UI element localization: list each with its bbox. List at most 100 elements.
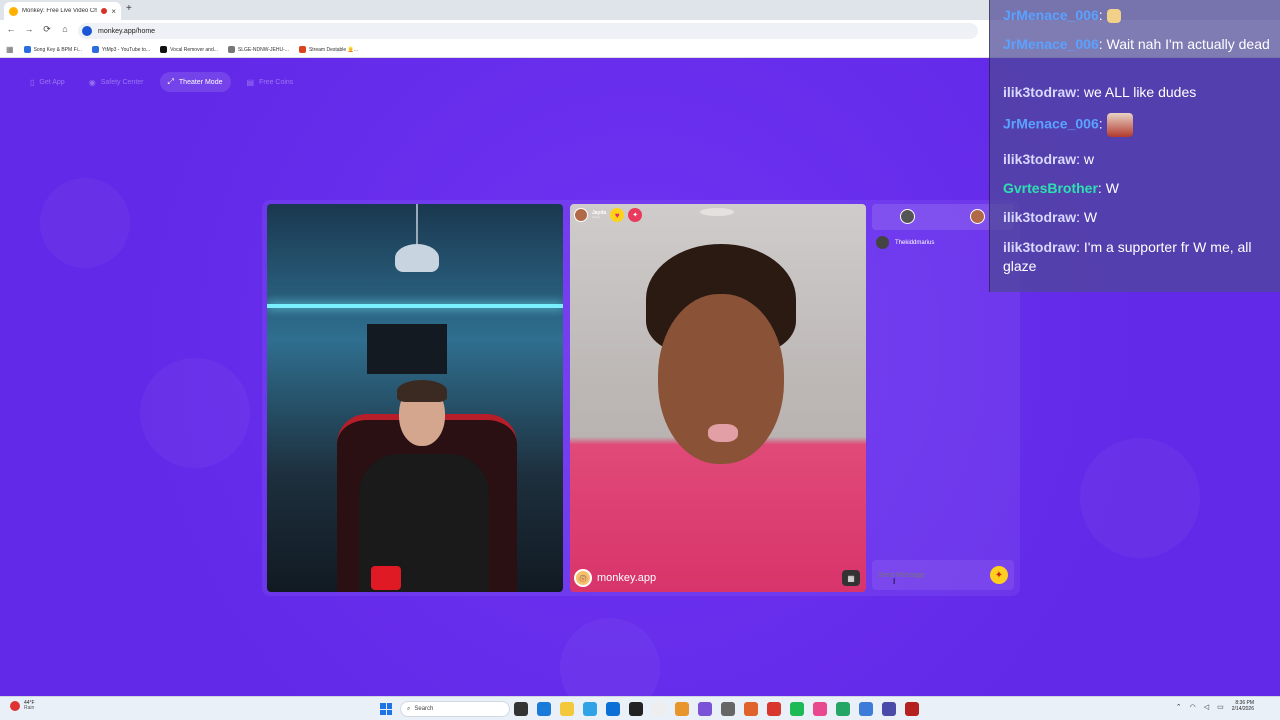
overlay-message: ilik3todraw: we ALL like dudes — [1003, 84, 1197, 100]
volume-icon[interactable]: ◁ — [1204, 703, 1209, 711]
clock[interactable]: 8:36 PM 2/14/2026 — [1231, 700, 1254, 712]
overlay-text: w — [1080, 151, 1095, 167]
heart-icon[interactable]: ♥ — [610, 208, 625, 222]
remote-user-location: Texas — [592, 215, 600, 219]
taskbar-app-icon[interactable] — [606, 702, 620, 716]
remote-user-avatar[interactable] — [574, 208, 588, 222]
nav-safety-center[interactable]: ◉ Safety Center — [81, 72, 152, 92]
self-avatar[interactable] — [970, 209, 985, 224]
ceiling-lamp — [395, 244, 439, 272]
start-button[interactable] — [380, 703, 392, 715]
monkey-logo-icon: 🐵 — [574, 569, 592, 587]
battery-icon[interactable]: ▭ — [1217, 703, 1224, 711]
taskbar-app-icon[interactable] — [859, 702, 873, 716]
gift-icon[interactable]: ✦ — [990, 566, 1008, 584]
windows-taskbar: 44°F Rain ⌕ Search ⌃ ◠ ◁ ▭ 8:36 PM 2/14/… — [0, 696, 1280, 720]
close-tab-icon[interactable]: × — [111, 7, 116, 16]
overlay-message: ilik3todraw: w — [1003, 151, 1095, 167]
back-button[interactable]: ← — [4, 24, 18, 34]
nav-label: Free Coins — [259, 78, 294, 86]
overlay-message: JrMenace_006: Wait nah I'm actually dead — [1003, 36, 1270, 52]
browser-tab-monkey[interactable]: Monkey: Free Live Video Ch × — [4, 2, 121, 20]
reload-button[interactable]: ⟳ — [40, 24, 54, 35]
chat-user-avatar — [876, 236, 889, 249]
taskbar-app-icon[interactable] — [836, 702, 850, 716]
site-info-icon[interactable] — [82, 26, 92, 36]
partner-avatar[interactable] — [900, 209, 915, 224]
bookmark-icon — [23, 46, 31, 53]
nav-theater-mode[interactable]: ⤢ Theater Mode — [159, 72, 231, 92]
brand-text: monkey.app — [597, 572, 657, 584]
bookmark-icon — [160, 46, 168, 53]
overlay-username: ilik3todraw — [1003, 209, 1077, 225]
taskbar-app-icon[interactable] — [813, 702, 827, 716]
background-pattern — [560, 618, 660, 696]
bookmark-item[interactable]: Stream Destable 👱... — [298, 46, 358, 53]
clock-date: 2/14/2026 — [1231, 705, 1254, 712]
overlay-username: ilik3todraw — [1003, 84, 1077, 100]
taskbar-app-icon[interactable] — [905, 702, 919, 716]
monkey-watermark: 🐵 monkey.app — [574, 569, 656, 587]
led-strip — [267, 304, 563, 308]
ceiling-fan — [700, 208, 734, 216]
monkey-favicon-icon — [9, 6, 18, 16]
bookmark-label: YtMp3 - YouTube to... — [101, 46, 151, 53]
lamp-cord — [416, 204, 418, 246]
streamer-hair — [397, 380, 447, 402]
taskbar-app-icon[interactable] — [767, 702, 781, 716]
taskbar-app-icon[interactable] — [583, 702, 597, 716]
taskbar-app-icon[interactable] — [882, 702, 896, 716]
taskbar-app-icon[interactable] — [698, 702, 712, 716]
rain-icon — [10, 701, 20, 711]
taskbar-app-icon[interactable] — [744, 702, 758, 716]
bookmark-icon — [91, 46, 99, 53]
bookmark-item[interactable]: YtMp3 - YouTube to... — [91, 46, 151, 53]
bookmark-icon — [227, 46, 235, 53]
overlay-username: JrMenace_006 — [1003, 7, 1099, 23]
weather-condition: Rain — [24, 705, 35, 711]
taskbar-app-icon[interactable] — [629, 702, 643, 716]
overlay-message: ilik3todraw: W — [1003, 209, 1098, 225]
new-tab-button[interactable]: + — [126, 3, 132, 14]
taskbar-app-icon[interactable] — [560, 702, 574, 716]
taskbar-app-icon[interactable] — [721, 702, 735, 716]
weather-text: 44°F Rain — [24, 701, 35, 711]
apps-grid-icon[interactable]: ▦ — [6, 45, 14, 54]
background-pattern — [1080, 438, 1200, 558]
chevron-up-icon[interactable]: ⌃ — [1176, 703, 1182, 711]
bookmark-item[interactable]: SLGE-NDNW-JEHU-... — [227, 46, 289, 53]
taskbar-app-icon[interactable] — [675, 702, 689, 716]
bookmark-item[interactable]: Song Key & BPM Fi... — [23, 46, 82, 53]
taskbar-app-icon[interactable] — [537, 702, 551, 716]
taskbar-search[interactable]: ⌕ Search — [400, 701, 510, 717]
remote-user-header: Jayda Texas ♥ ✦ — [574, 208, 643, 222]
taskbar-app-icon[interactable] — [514, 702, 528, 716]
wifi-icon[interactable]: ◠ — [1190, 703, 1196, 711]
chat-user-name: Thekiddmarius — [895, 239, 935, 246]
report-icon[interactable]: ✦ — [628, 208, 643, 222]
remote-video-feed: Jayda Texas ♥ ✦ 🐵 monkey.app ▦ — [570, 204, 866, 592]
remote-user-info: Jayda Texas — [592, 211, 606, 219]
taskbar-apps — [514, 702, 919, 716]
taskbar-app-icon[interactable] — [652, 702, 666, 716]
red-cup — [371, 566, 401, 590]
overlay-message: GvrtesBrother: W — [1003, 180, 1119, 196]
tab-title: Monkey: Free Live Video Ch — [22, 8, 98, 14]
nav-free-coins[interactable]: ▤ Free Coins — [239, 72, 302, 92]
home-button[interactable]: ⌂ — [58, 24, 72, 34]
game-controller-icon[interactable]: ▦ — [842, 570, 860, 586]
background-pattern — [140, 358, 250, 468]
bookmark-item[interactable]: Vocal Remover and... — [160, 46, 218, 53]
nav-get-app[interactable]: ▯ Get App — [22, 72, 73, 92]
bookmark-label: Song Key & BPM Fi... — [33, 46, 82, 53]
bookmark-label: SLGE-NDNW-JEHU-... — [237, 46, 289, 53]
stream-chat-overlay: JrMenace_006: JrMenace_006: Wait nah I'm… — [989, 0, 1280, 292]
address-bar[interactable]: monkey.app/home — [78, 23, 978, 39]
weather-widget[interactable]: 44°F Rain — [10, 701, 35, 711]
taskbar-app-icon[interactable] — [790, 702, 804, 716]
forward-button[interactable]: → — [22, 24, 36, 34]
nav-label: Safety Center — [100, 78, 144, 86]
overlay-message: JrMenace_006: — [1003, 6, 1273, 25]
overlay-text: Wait nah I'm actually dead — [1102, 36, 1270, 52]
system-tray: ⌃ ◠ ◁ ▭ 8:36 PM 2/14/2026 — [1176, 700, 1254, 712]
